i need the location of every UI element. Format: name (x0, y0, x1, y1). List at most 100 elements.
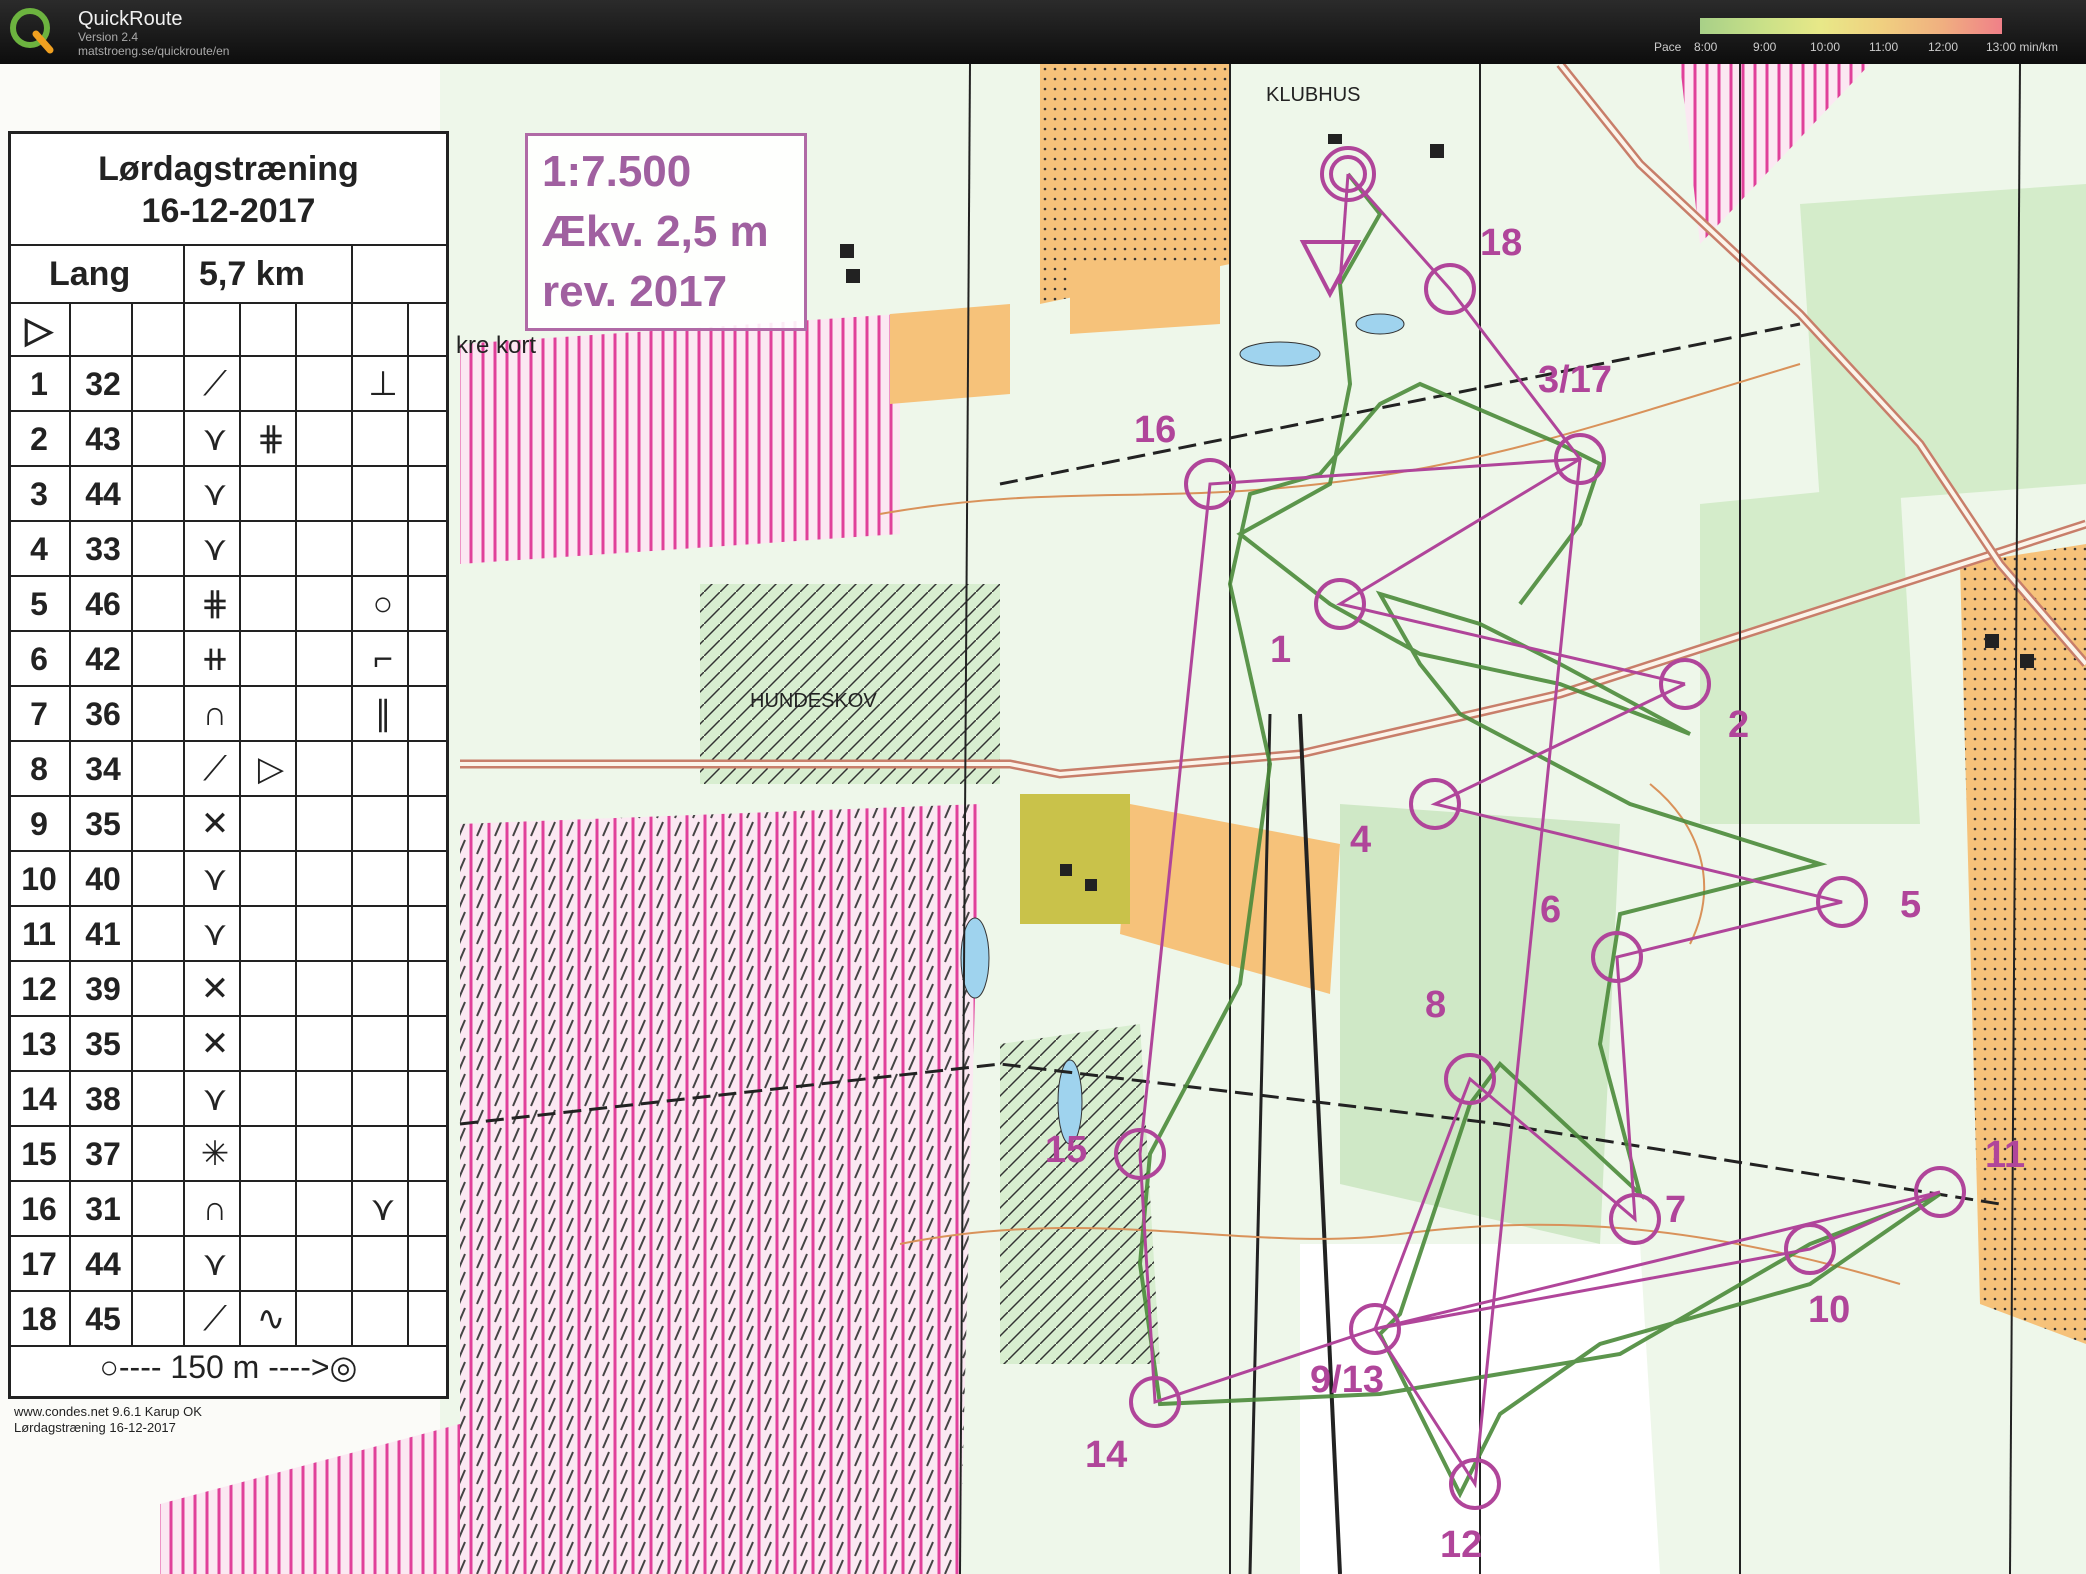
control-code: 41 (85, 916, 121, 952)
grid-line (183, 246, 185, 1345)
course-name: Lang (49, 255, 131, 293)
description-symbol: ⋎ (202, 1245, 228, 1283)
control-number: 15 (21, 1136, 57, 1172)
control-code: 32 (85, 366, 121, 402)
map-scale: 1:7.500 (542, 147, 692, 196)
start-row: ▷ (11, 302, 446, 357)
control-code: 34 (85, 751, 121, 787)
control-label: 16 (1134, 409, 1177, 451)
course-length: 5,7 km (199, 255, 305, 293)
control-number: 16 (21, 1191, 57, 1227)
pace-tick: 13:00 min/km (1986, 40, 2059, 54)
pace-tick: 10:00 (1810, 40, 1841, 54)
control-number: 3 (30, 476, 48, 512)
control-number: 5 (30, 586, 48, 622)
description-symbol: ⋕ (256, 420, 286, 458)
control-number: 12 (21, 971, 57, 1007)
pace-gradient-bar (1700, 18, 2002, 34)
map-scale-box: 1:7.500 Ækv. 2,5 m rev. 2017 (525, 133, 807, 331)
description-symbol: ⋎ (202, 915, 228, 953)
control-label: 10 (1808, 1289, 1851, 1331)
control-label: 3/17 (1538, 359, 1612, 401)
control-label: 4 (1350, 819, 1372, 861)
description-row: 16 31 ∩ ⋎ (11, 1182, 446, 1237)
description-symbol: ⊥ (368, 365, 398, 403)
control-label: 1 (1270, 629, 1292, 671)
description-symbol: ✕ (200, 1025, 230, 1063)
control-number: 13 (21, 1026, 57, 1062)
description-symbol: ○ (372, 585, 394, 623)
description-header: Lang 5,7 km (11, 246, 446, 304)
quickroute-logo-icon (10, 8, 54, 54)
description-row: 11 41 ⋎ (11, 907, 446, 962)
description-symbol: ⋎ (202, 420, 228, 458)
description-symbol: ✳ (200, 1135, 230, 1173)
app-version: Version 2.4 (78, 30, 139, 44)
description-symbol: ∩ (202, 1190, 228, 1228)
software-credit: www.condes.net 9.6.1 Karup OK Lørdagstræ… (14, 1404, 202, 1436)
description-row: 5 46 ⋕ ○ (11, 577, 446, 632)
grid-line (239, 302, 241, 1345)
grid-line (131, 302, 133, 1345)
control-code: 44 (85, 476, 121, 512)
description-row: 12 39 ✕ (11, 962, 446, 1017)
control-label: 6 (1540, 889, 1562, 931)
control-number: 17 (21, 1246, 57, 1282)
control-code: 44 (85, 1246, 121, 1282)
description-symbol: ⟋ (203, 750, 227, 788)
description-symbol: ⋎ (202, 860, 228, 898)
map-revision: rev. 2017 (542, 267, 728, 316)
control-number: 2 (30, 421, 48, 457)
control-number: 1 (30, 366, 48, 402)
control-code: 42 (85, 641, 121, 677)
control-description-sheet: Lørdagstræning 16-12-2017 Lang 5,7 km ▷ … (8, 131, 449, 1399)
control-number: 11 (22, 916, 56, 952)
description-row: 13 35 ✕ (11, 1017, 446, 1072)
control-label: 18 (1480, 222, 1523, 264)
control-label: 2 (1728, 704, 1750, 746)
control-label: 7 (1665, 1189, 1687, 1231)
control-number: 4 (30, 531, 48, 567)
description-title: Lørdagstræning 16-12-2017 (11, 134, 446, 246)
event-date: 16-12-2017 (141, 192, 316, 230)
contour-interval: Ækv. 2,5 m (542, 207, 769, 256)
app-name: QuickRoute (78, 8, 183, 30)
grid-line (407, 302, 409, 1345)
description-row: 9 35 ✕ (11, 797, 446, 852)
control-code: 46 (85, 586, 121, 622)
app-title-bar: QuickRoute Version 2.4 matstroeng.se/qui… (0, 0, 2086, 64)
grid-line (351, 246, 353, 1345)
control-label: 14 (1085, 1434, 1128, 1476)
control-code: 38 (85, 1081, 121, 1117)
map-label-hundeskov: HUNDESKOV (750, 690, 877, 712)
description-row: 2 43 ⋎ ⋕ (11, 412, 446, 467)
pace-tick: 8:00 (1694, 40, 1718, 54)
control-label: 15 (1045, 1129, 1088, 1171)
control-code: 40 (85, 861, 121, 897)
pace-label: Pace (1654, 40, 1682, 54)
description-symbol: ⧺ (200, 640, 230, 678)
description-row: 1 32 ⟋ ⊥ (11, 357, 446, 412)
description-symbol: ⌐ (373, 640, 393, 678)
map-label-klubhus: KLUBHUS (1266, 84, 1361, 106)
description-row: 7 36 ∩ ∥ (11, 687, 446, 742)
app-url: matstroeng.se/quickroute/en (78, 44, 230, 58)
credit-line: www.condes.net 9.6.1 Karup OK (14, 1404, 202, 1419)
control-code: 35 (85, 806, 121, 842)
description-symbol: ⋎ (370, 1190, 396, 1228)
credit-line: Lørdagstræning 16-12-2017 (14, 1420, 176, 1435)
pace-tick: 9:00 (1753, 40, 1777, 54)
description-row: 10 40 ⋎ (11, 852, 446, 907)
control-label: 12 (1440, 1524, 1483, 1566)
description-row: 14 38 ⋎ (11, 1072, 446, 1127)
control-code: 35 (85, 1026, 121, 1062)
description-symbol: ∩ (202, 695, 228, 733)
description-symbol: ✕ (200, 805, 230, 843)
control-label: 11 (1985, 1134, 2026, 1176)
finish-distance-note: ○---- 150 m ---->◎ (99, 1349, 358, 1385)
control-number: 7 (30, 696, 48, 732)
description-row: 3 44 ⋎ (11, 467, 446, 522)
grid-line (69, 302, 71, 1345)
control-label: 5 (1900, 884, 1922, 926)
grid-line (295, 302, 297, 1345)
